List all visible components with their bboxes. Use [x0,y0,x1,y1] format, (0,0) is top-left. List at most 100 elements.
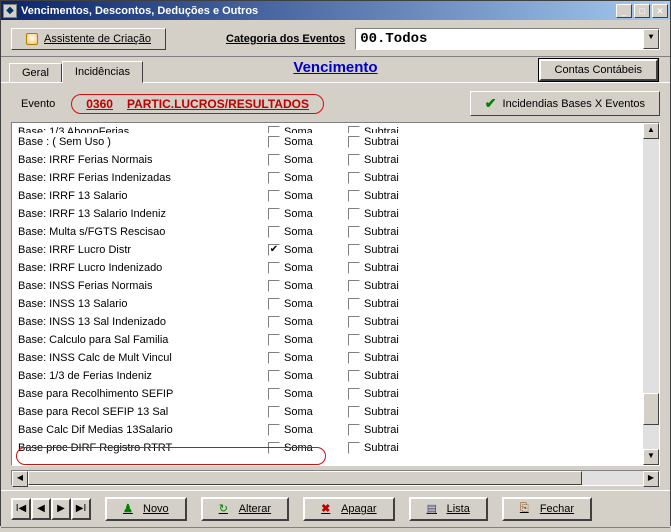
soma-checkbox[interactable]: ✔ [268,244,280,256]
soma-checkbox[interactable] [268,136,280,148]
table-row[interactable]: Base: IRRF Lucro IndenizadoSomaSubtrai [12,259,643,277]
table-row[interactable]: Base: IRRF Lucro Distr✔SomaSubtrai [12,241,643,259]
soma-checkbox[interactable] [268,442,280,454]
subtrai-checkbox[interactable] [348,424,360,436]
nav-next-button[interactable]: ▶ [51,498,71,520]
close-button[interactable]: ✕ [652,4,668,18]
soma-checkbox[interactable] [268,172,280,184]
scroll-track[interactable] [643,139,659,449]
scroll-right-icon[interactable]: ▶ [643,471,659,487]
soma-label: Soma [284,352,313,364]
soma-cell: Soma [268,154,348,166]
subtrai-cell: Subtrai [348,126,428,133]
table-row[interactable]: Base para Recolhimento SEFIPSomaSubtrai [12,385,643,403]
table-row[interactable]: Base Calc Dif Medias 13SalarioSomaSubtra… [12,421,643,439]
window-title: Vencimentos, Descontos, Deduções e Outro… [21,5,616,17]
subtrai-checkbox[interactable] [348,126,360,133]
nav-prev-button[interactable]: ◀ [31,498,51,520]
subtab-evento[interactable]: Evento [11,95,65,113]
app-icon: ◆ [3,4,17,18]
subtrai-checkbox[interactable] [348,244,360,256]
subtrai-checkbox[interactable] [348,208,360,220]
chevron-down-icon[interactable]: ▼ [643,29,659,49]
table-row[interactable]: Base: IRRF 13 SalarioSomaSubtrai [12,187,643,205]
soma-checkbox[interactable] [268,190,280,202]
scroll-thumb[interactable] [643,393,659,425]
table-row[interactable]: Base: INSS 13 SalarioSomaSubtrai [12,295,643,313]
soma-checkbox[interactable] [268,208,280,220]
subtrai-checkbox[interactable] [348,370,360,382]
soma-checkbox[interactable] [268,126,280,133]
soma-checkbox[interactable] [268,298,280,310]
subtrai-checkbox[interactable] [348,262,360,274]
subtrai-checkbox[interactable] [348,136,360,148]
soma-checkbox[interactable] [268,370,280,382]
subtabs: Evento 0360 PARTIC.LUCROS/RESULTADOS ✔ I… [1,83,670,120]
incidencias-bases-button[interactable]: ✔ Incidendias Bases X Eventos [470,91,660,116]
subtrai-checkbox[interactable] [348,280,360,292]
subtrai-checkbox[interactable] [348,352,360,364]
base-label: Base: IRRF Lucro Indenizado [18,262,268,274]
table-row[interactable]: Base: IRRF 13 Salario IndenizSomaSubtrai [12,205,643,223]
soma-checkbox[interactable] [268,406,280,418]
scroll-up-icon[interactable]: ▲ [643,123,659,139]
table-row[interactable]: Base: 1/3 AbonoFeriasSomaSubtrai [12,123,643,133]
subtrai-cell: Subtrai [348,352,428,364]
assist-wizard-button[interactable]: Assistente de Criação [11,28,166,50]
table-row[interactable]: Base: Calculo para Sal FamiliaSomaSubtra… [12,331,643,349]
subtrai-checkbox[interactable] [348,154,360,166]
assist-label: Assistente de Criação [44,33,151,45]
table-row[interactable]: Base: INSS Ferias NormaisSomaSubtrai [12,277,643,295]
scroll-left-icon[interactable]: ◀ [12,471,28,487]
subtrai-label: Subtrai [364,244,399,256]
table-row[interactable]: Base proc DIRF Registro RTRTSomaSubtrai [12,439,643,457]
soma-checkbox[interactable] [268,280,280,292]
lista-button[interactable]: ▤ Lista [409,497,488,521]
soma-checkbox[interactable] [268,154,280,166]
table-row[interactable]: Base: Multa s/FGTS RescisaoSomaSubtrai [12,223,643,241]
category-select[interactable]: 00.Todos ▼ [355,28,660,50]
subtrai-checkbox[interactable] [348,190,360,202]
novo-button[interactable]: ♟ Novo [105,497,187,521]
horizontal-scrollbar[interactable]: ◀ ▶ [11,470,660,486]
maximize-button[interactable]: □ [634,4,650,18]
table-row[interactable]: Base: IRRF Ferias IndenizadasSomaSubtrai [12,169,643,187]
h-scroll-thumb[interactable] [28,471,582,485]
minimize-button[interactable]: _ [616,4,632,18]
nav-first-button[interactable]: I◀ [11,498,31,520]
alterar-button[interactable]: ↻ Alterar [201,497,289,521]
subtrai-checkbox[interactable] [348,334,360,346]
soma-checkbox[interactable] [268,334,280,346]
subtrai-checkbox[interactable] [348,226,360,238]
tab-incidencias[interactable]: Incidências [62,61,143,83]
nav-last-button[interactable]: ▶I [71,498,91,520]
soma-checkbox[interactable] [268,226,280,238]
soma-checkbox[interactable] [268,424,280,436]
apagar-button[interactable]: ✖ Apagar [303,497,394,521]
soma-checkbox[interactable] [268,316,280,328]
vertical-scrollbar[interactable]: ▲ ▼ [643,123,659,465]
table-row[interactable]: Base: IRRF Ferias NormaisSomaSubtrai [12,151,643,169]
subtrai-checkbox[interactable] [348,406,360,418]
soma-checkbox[interactable] [268,262,280,274]
subtrai-checkbox[interactable] [348,172,360,184]
table-row[interactable]: Base: INSS 13 Sal IndenizadoSomaSubtrai [12,313,643,331]
table-row[interactable]: Base para Recol SEFIP 13 SalSomaSubtrai [12,403,643,421]
base-label: Base: Calculo para Sal Familia [18,334,268,346]
table-row[interactable]: Base: 1/3 de Ferias IndenizSomaSubtrai [12,367,643,385]
subtrai-cell: Subtrai [348,190,428,202]
contas-contabeis-button[interactable]: Contas Contábeis [539,59,658,81]
subtrai-checkbox[interactable] [348,388,360,400]
subtrai-checkbox[interactable] [348,316,360,328]
soma-cell: Soma [268,406,348,418]
subtrai-checkbox[interactable] [348,298,360,310]
tab-geral[interactable]: Geral [9,63,62,82]
table-row[interactable]: Base : ( Sem Uso )SomaSubtrai [12,133,643,151]
soma-checkbox[interactable] [268,388,280,400]
table-row[interactable]: Base: INSS Calc de Mult VinculSomaSubtra… [12,349,643,367]
soma-checkbox[interactable] [268,352,280,364]
fechar-button[interactable]: ⎘ Fechar [502,497,592,521]
scroll-down-icon[interactable]: ▼ [643,449,659,465]
subtrai-checkbox[interactable] [348,442,360,454]
vencimento-link[interactable]: Vencimento [293,59,377,76]
